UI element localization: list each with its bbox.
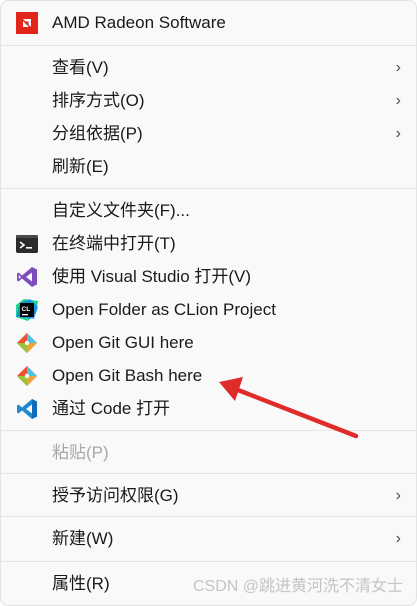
- chevron-right-icon: ›: [395, 125, 401, 142]
- menu-item-label: 授予访问权限(G): [52, 486, 179, 505]
- menu-item-open-vscode[interactable]: 通过 Code 打开: [6, 393, 413, 424]
- terminal-icon: [16, 233, 38, 255]
- menu-item-amd-radeon[interactable]: AMD Radeon Software: [6, 7, 413, 38]
- menu-item-label: Open Git GUI here: [52, 333, 194, 352]
- amd-logo-icon: [16, 12, 38, 34]
- clion-icon: CL: [16, 299, 38, 321]
- chevron-right-icon: ›: [395, 487, 401, 504]
- menu-item-label: 新建(W): [52, 529, 114, 548]
- menu-item-label: 通过 Code 打开: [52, 399, 171, 418]
- menu-item-label: Open Folder as CLion Project: [52, 300, 276, 319]
- menu-item-open-terminal[interactable]: 在终端中打开(T): [6, 228, 413, 259]
- git-bash-icon: [16, 365, 38, 387]
- menu-item-label: Open Git Bash here: [52, 366, 203, 385]
- menu-item-customize-folder[interactable]: 自定义文件夹(F)...: [6, 195, 413, 226]
- menu-item-refresh[interactable]: 刷新(E): [6, 151, 413, 182]
- menu-item-label: 自定义文件夹(F)...: [52, 201, 190, 220]
- menu-item-label: 在终端中打开(T): [52, 234, 176, 253]
- git-gui-icon: [16, 332, 38, 354]
- chevron-right-icon: ›: [395, 92, 401, 109]
- separator: [1, 45, 417, 46]
- menu-item-label: AMD Radeon Software: [52, 13, 226, 32]
- menu-item-label: 分组依据(P): [52, 124, 143, 143]
- svg-text:CL: CL: [22, 306, 31, 313]
- separator: [1, 473, 417, 474]
- menu-item-label: 排序方式(O): [52, 91, 145, 110]
- menu-item-grant-access[interactable]: 授予访问权限(G) ›: [6, 480, 413, 511]
- chevron-right-icon: ›: [395, 59, 401, 76]
- menu-item-open-git-bash[interactable]: Open Git Bash here: [6, 360, 413, 391]
- menu-item-view[interactable]: 查看(V) ›: [6, 52, 413, 83]
- menu-item-label: 使用 Visual Studio 打开(V): [52, 267, 252, 286]
- menu-item-label: 刷新(E): [52, 157, 109, 176]
- menu-item-open-git-gui[interactable]: Open Git GUI here: [6, 327, 413, 358]
- menu-item-paste: 粘贴(P): [6, 437, 413, 468]
- visual-studio-icon: [16, 266, 38, 288]
- menu-item-new[interactable]: 新建(W) ›: [6, 523, 413, 554]
- menu-item-label: 属性(R): [52, 574, 110, 593]
- separator: [1, 188, 417, 189]
- separator: [1, 561, 417, 562]
- menu-item-open-visual-studio[interactable]: 使用 Visual Studio 打开(V): [6, 261, 413, 292]
- menu-item-label: 查看(V): [52, 58, 109, 77]
- menu-item-sort[interactable]: 排序方式(O) ›: [6, 85, 413, 116]
- watermark-text: CSDN @跳进黄河洗不清女士: [192, 578, 403, 595]
- menu-item-group[interactable]: 分组依据(P) ›: [6, 118, 413, 149]
- vscode-icon: [16, 398, 38, 420]
- menu-item-label: 粘贴(P): [52, 443, 109, 462]
- chevron-right-icon: ›: [395, 530, 401, 547]
- context-menu: AMD Radeon Software 查看(V) › 排序方式(O) › 分组…: [0, 0, 417, 606]
- separator: [1, 516, 417, 517]
- separator: [1, 430, 417, 431]
- menu-item-open-clion[interactable]: CL Open Folder as CLion Project: [6, 294, 413, 325]
